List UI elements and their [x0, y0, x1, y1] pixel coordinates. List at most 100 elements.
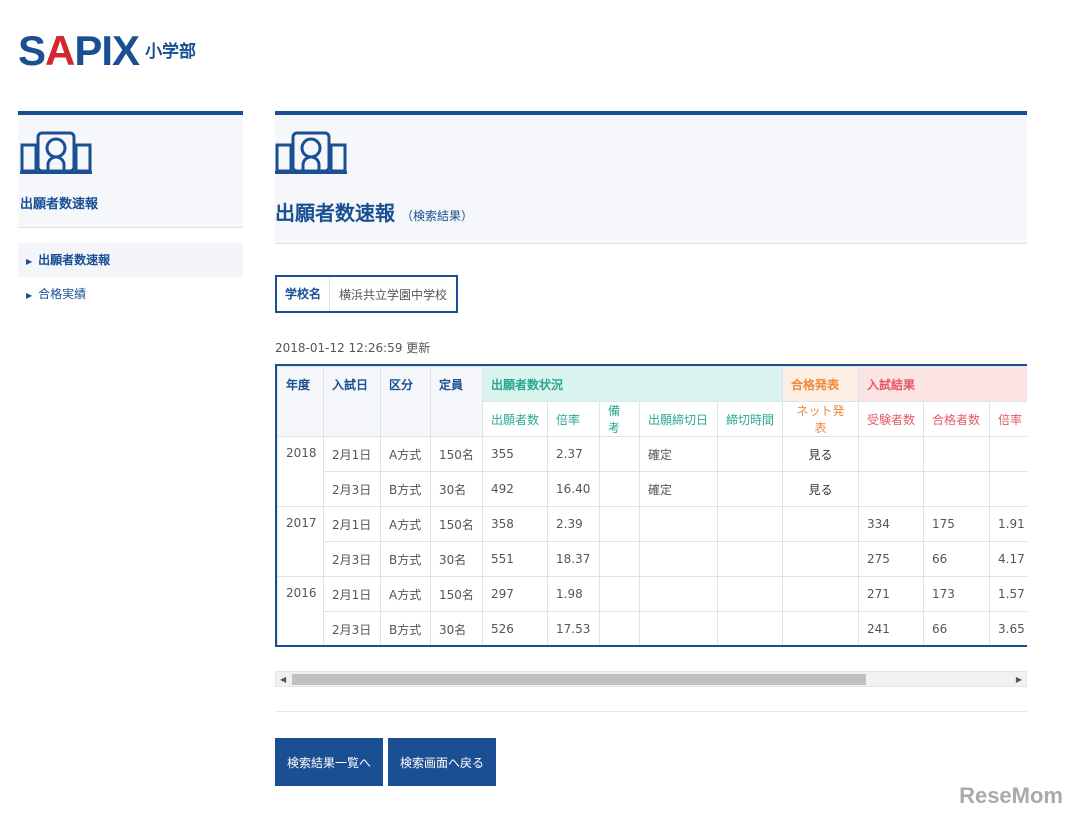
cell-time	[716, 611, 784, 645]
logo-mark: SAPIX	[18, 27, 140, 74]
cell-year: 2017	[277, 506, 324, 577]
cell-ratio2: 3.65	[989, 611, 1027, 645]
cell-examinees: 241	[858, 611, 925, 645]
cell-time	[716, 541, 784, 577]
header-year: 年度	[277, 366, 324, 437]
header-applicants-group: 出願者数状況	[481, 366, 784, 402]
horizontal-scrollbar[interactable]: ◀ ▶	[275, 671, 1027, 687]
sapix-logo[interactable]: SAPIX 小学部	[18, 27, 197, 74]
triangle-right-icon: ▶	[26, 257, 33, 266]
table-row: 2017 2月1日 A方式 150名 358 2.39 334 175 1.91	[277, 506, 1027, 577]
header-capacity: 定員	[430, 366, 483, 437]
cell-examinees	[858, 436, 925, 472]
cell-note	[599, 541, 640, 577]
cell-examinees: 275	[858, 541, 925, 577]
cell-date: 2月1日	[323, 576, 381, 612]
cell-examinees	[858, 471, 925, 507]
cell-net	[782, 541, 860, 577]
cell-ratio: 16.40	[547, 471, 600, 507]
results-table-container: 年度 入試日 区分 定員 出願者数状況 合格発表 入試結果 出願者数 倍率 備考…	[275, 364, 1027, 647]
cell-year: 2018	[277, 436, 324, 507]
sidebar-header: 出願者数速報	[18, 111, 243, 228]
school-building-icon	[273, 131, 349, 176]
cell-passed: 173	[923, 576, 991, 612]
scroll-right-icon[interactable]: ▶	[1016, 672, 1022, 687]
cell-date: 2月3日	[323, 541, 381, 577]
divider	[275, 711, 1027, 712]
cell-type: B方式	[380, 471, 431, 507]
cell-capacity: 150名	[430, 506, 483, 542]
cell-applicants: 297	[482, 576, 548, 612]
school-name-box: 学校名 横浜共立学園中学校	[275, 275, 459, 313]
subheader: ネット発表	[782, 401, 860, 437]
cell-ratio2: 1.91	[989, 506, 1027, 542]
cell-ratio2	[989, 471, 1027, 507]
cell-time	[716, 471, 784, 507]
watermark: ReseMom	[959, 783, 1063, 808]
cell-capacity: 150名	[430, 436, 483, 472]
cell-note	[599, 436, 640, 472]
subheader: 締切時間	[716, 401, 784, 437]
cell-passed	[923, 471, 991, 507]
results-table: 年度 入試日 区分 定員 出願者数状況 合格発表 入試結果 出願者数 倍率 備考…	[277, 366, 1027, 645]
cell-time	[716, 506, 784, 542]
subheader: 受験者数	[858, 401, 925, 437]
cell-deadline	[639, 611, 718, 645]
cell-type: A方式	[380, 576, 431, 612]
cell-capacity: 30名	[430, 611, 483, 645]
cell-net	[782, 611, 860, 645]
header-result-group: 入試結果	[858, 366, 1027, 402]
sidebar-item-label: 合格実績	[38, 287, 87, 301]
sidebar-item-results[interactable]: ▶ 合格実績	[18, 277, 243, 311]
cell-ratio: 18.37	[547, 541, 600, 577]
sidebar-item-applicants[interactable]: ▶ 出願者数速報	[18, 243, 243, 277]
sidebar-item-label: 出願者数速報	[38, 253, 111, 267]
cell-passed: 175	[923, 506, 991, 542]
cell-applicants: 551	[482, 541, 548, 577]
cell-applicants: 358	[482, 506, 548, 542]
header-announce-group: 合格発表	[782, 366, 860, 402]
cell-note	[599, 506, 640, 542]
table-row: 2月3日 B方式 30名 551 18.37 275 66 4.17	[278, 541, 1027, 577]
sidebar: 出願者数速報 ▶ 出願者数速報 ▶ 合格実績	[18, 111, 243, 311]
subheader: 出願締切日	[639, 401, 718, 437]
cell-examinees: 271	[858, 576, 925, 612]
sidebar-title: 出願者数速報	[20, 197, 99, 212]
page-title: 出願者数速報 （検索結果）	[275, 201, 474, 225]
cell-net[interactable]: 見る	[782, 436, 860, 472]
cell-ratio: 17.53	[547, 611, 600, 645]
cell-capacity: 30名	[430, 541, 483, 577]
school-value: 横浜共立学園中学校	[339, 287, 448, 302]
subheader: 合格者数	[923, 401, 991, 437]
results-list-button[interactable]: 検索結果一覧へ	[275, 738, 384, 786]
school-building-icon	[18, 131, 94, 176]
cell-date: 2月3日	[323, 471, 381, 507]
cell-date: 2月3日	[323, 611, 381, 645]
cell-net[interactable]: 見る	[782, 471, 860, 507]
cell-net	[782, 506, 860, 542]
logo-sub: 小学部	[145, 42, 197, 62]
scroll-left-icon[interactable]: ◀	[280, 672, 286, 687]
cell-applicants: 492	[482, 471, 548, 507]
cell-date: 2月1日	[323, 436, 381, 472]
subheader: 備考	[599, 401, 640, 437]
cell-type: B方式	[380, 541, 431, 577]
cell-time	[716, 576, 784, 612]
subheader: 倍率	[989, 401, 1027, 437]
cell-examinees: 334	[858, 506, 925, 542]
header-type: 区分	[380, 366, 431, 437]
cell-year: 2016	[277, 576, 324, 645]
cell-applicants: 355	[482, 436, 548, 472]
table-row: 2016 2月1日 A方式 150名 297 1.98 271 173 1.57	[277, 576, 1027, 645]
subheader: 出願者数	[482, 401, 548, 437]
cell-type: B方式	[380, 611, 431, 645]
cell-passed: 66	[923, 611, 991, 645]
cell-applicants: 526	[482, 611, 548, 645]
cell-ratio2	[989, 436, 1027, 472]
scrollbar-thumb[interactable]	[292, 674, 866, 685]
cell-deadline	[639, 541, 718, 577]
cell-type: A方式	[380, 506, 431, 542]
back-to-search-button[interactable]: 検索画面へ戻る	[388, 738, 497, 786]
cell-deadline	[639, 506, 718, 542]
cell-deadline	[639, 576, 718, 612]
